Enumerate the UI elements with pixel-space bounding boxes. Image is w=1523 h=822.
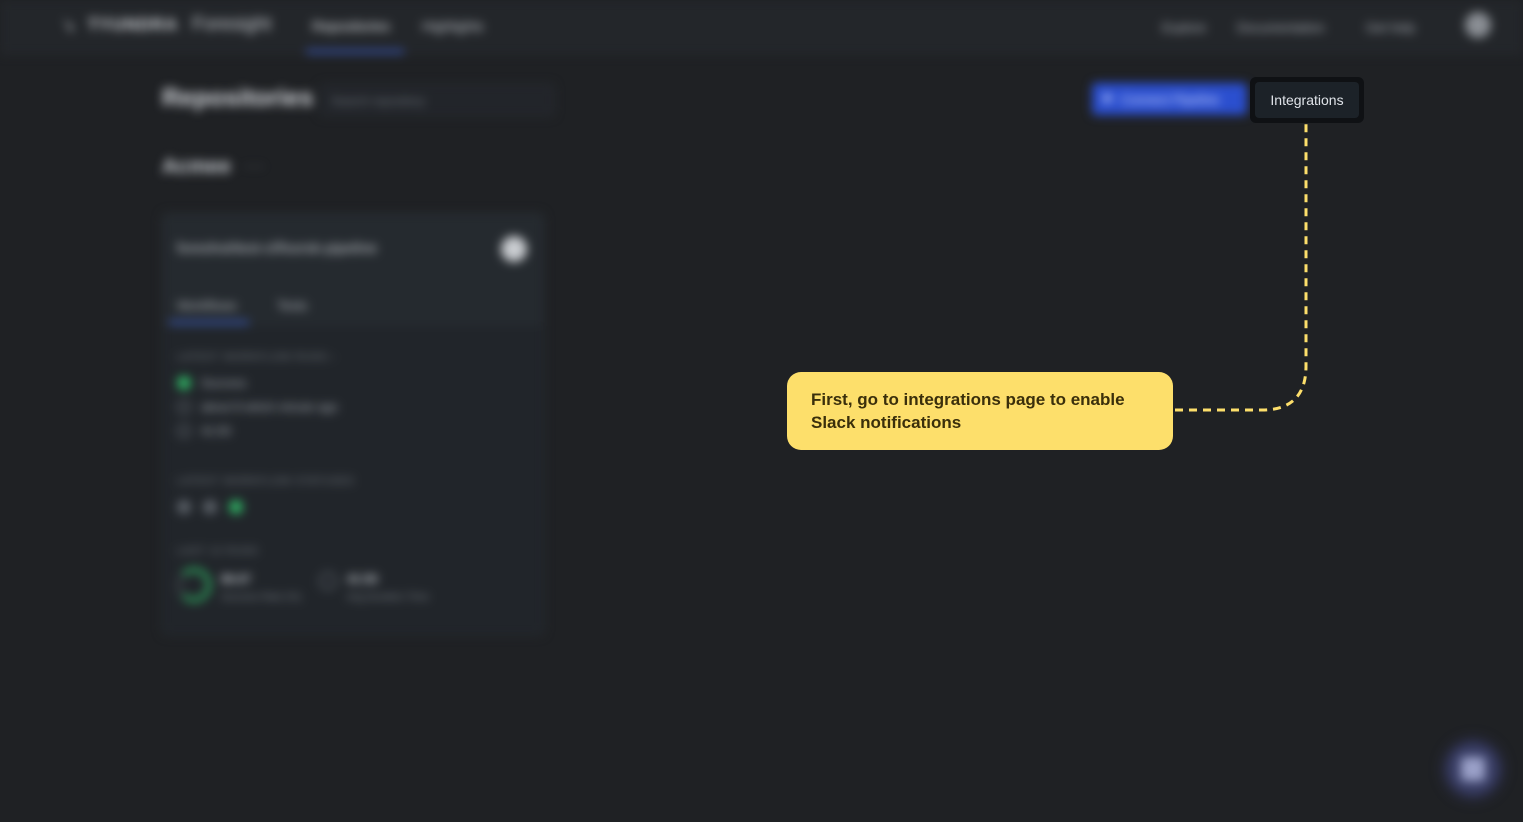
- tooltip-line-2: Slack notifications: [811, 413, 962, 432]
- tooltip-connector: [1175, 124, 1308, 412]
- tooltip-line-1: First, go to integrations page to enable: [811, 390, 1125, 409]
- integrations-button-highlight: Integrations: [1250, 77, 1364, 123]
- onboarding-tooltip: First, go to integrations page to enable…: [787, 372, 1173, 450]
- integrations-button[interactable]: Integrations: [1255, 82, 1359, 118]
